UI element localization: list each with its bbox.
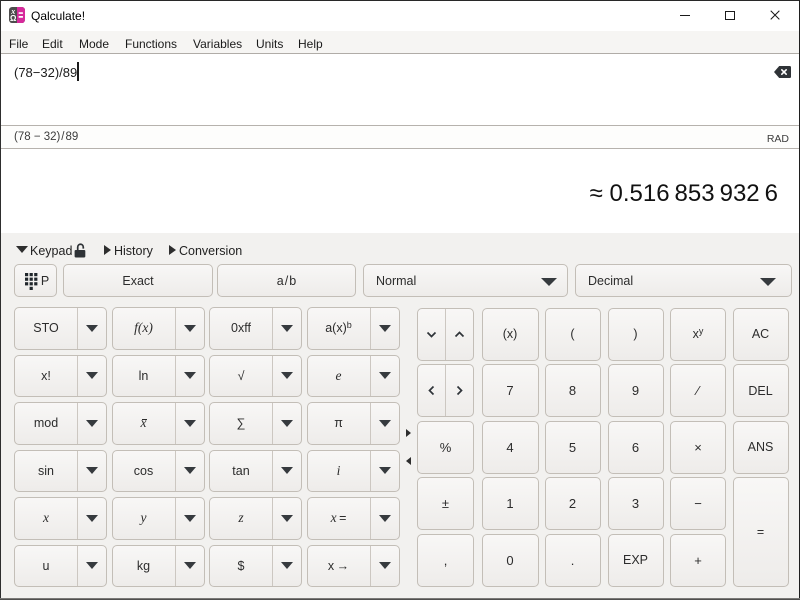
svg-text:Ω: Ω <box>10 14 17 23</box>
